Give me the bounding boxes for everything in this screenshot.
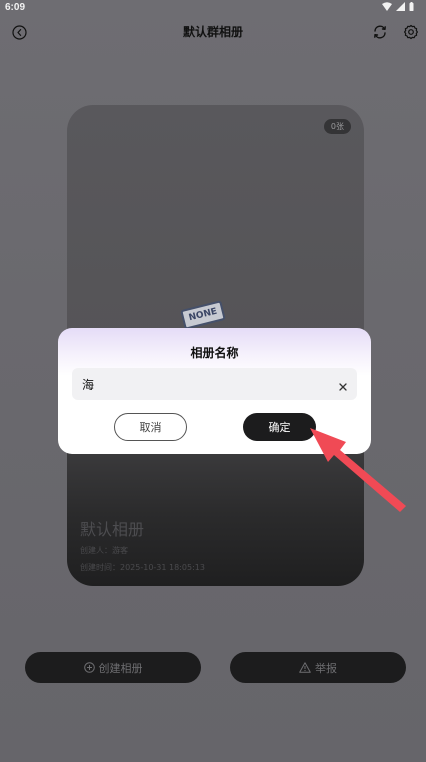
status-time: 6:09 [5,2,26,13]
battery-icon [409,2,414,11]
report-label: 举报 [315,661,337,675]
album-name-dialog: 相册名称 取消 确定 [58,328,371,454]
album-name: 默认相册 [80,520,145,539]
album-name-field[interactable] [72,368,357,400]
clear-input-button[interactable] [337,378,349,391]
photo-count-badge: 0张 [323,119,351,134]
album-created-time: 创建时间：2025-10-31 18:05:13 [80,563,205,572]
gear-icon [404,24,418,40]
warning-icon [299,662,311,673]
status-bar: 6:09 [0,0,426,16]
cellular-signal-icon [396,2,405,11]
refresh-icon [374,25,386,39]
album-creator: 创建人：游客 [80,546,128,555]
confirm-button[interactable]: 确定 [243,413,316,441]
create-album-button[interactable]: 创建相册 [25,652,201,683]
settings-button[interactable] [401,22,421,42]
refresh-button[interactable] [370,22,390,42]
cancel-button[interactable]: 取消 [114,413,187,441]
create-album-label: 创建相册 [98,661,143,675]
wifi-icon [382,2,392,11]
album-name-input[interactable] [82,368,322,400]
app-header: 默认群相册 [0,16,426,48]
page-title: 默认群相册 [182,25,243,39]
empty-placeholder-stamp: NONE [180,300,226,330]
plus-circle-icon [83,662,95,673]
dialog-title: 相册名称 [190,346,239,360]
report-button[interactable]: 举报 [230,652,406,683]
close-icon [339,383,347,391]
status-icons [382,2,414,11]
